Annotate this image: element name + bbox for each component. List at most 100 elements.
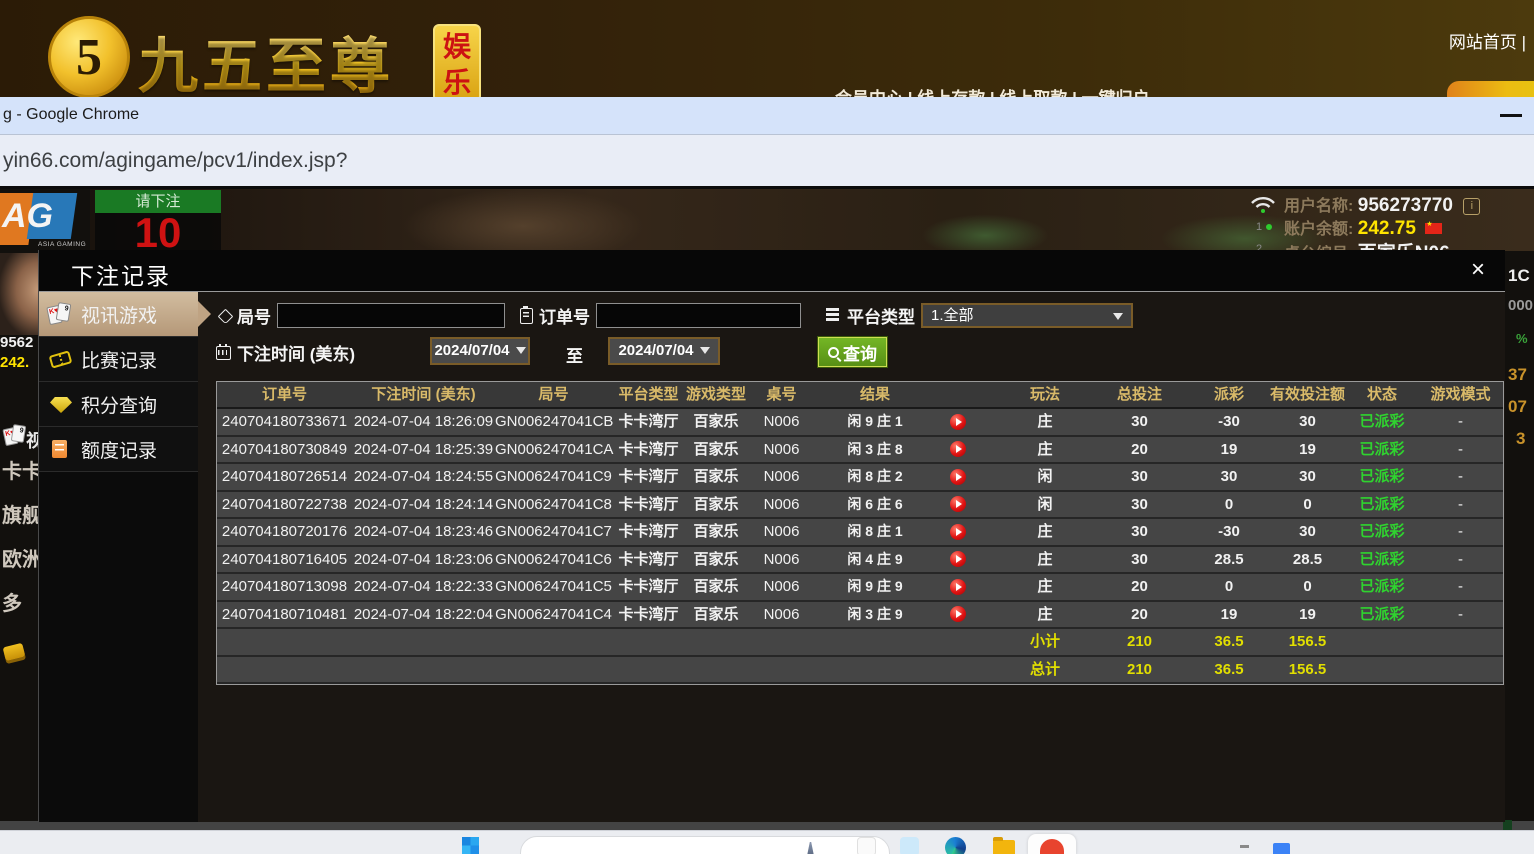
date-from-select[interactable]: 2024/07/04 xyxy=(430,337,530,365)
cell-result: 闲 9 庄 1 xyxy=(816,409,1002,435)
brand-coin-logo: 5 xyxy=(48,16,130,97)
balance-label: 账户余额: xyxy=(1284,221,1353,238)
cell-play: 庄 xyxy=(1002,437,1088,463)
cell-status: 已派彩 xyxy=(1348,574,1416,600)
taskbar-search-input[interactable] xyxy=(520,836,890,854)
cell-game-type: 百家乐 xyxy=(685,547,747,573)
cell-total-bet: 30 xyxy=(1088,547,1191,573)
taskbar-app-icon[interactable] xyxy=(1273,843,1290,854)
cell-round-no: GN006247041CB xyxy=(495,409,612,435)
table-row: 240704180716405 2024-07-04 18:23:06 GN00… xyxy=(217,547,1503,575)
edge-browser-icon[interactable] xyxy=(945,837,966,854)
cell-order-no: 240704180710481 xyxy=(217,602,352,628)
cell-game-type: 百家乐 xyxy=(685,437,747,463)
chrome-urlbar[interactable]: yin66.com/agingame/pcv1/index.jsp? xyxy=(0,135,1534,189)
cell-result: 闲 3 庄 9 xyxy=(816,602,1002,628)
info-icon[interactable]: i xyxy=(1463,198,1480,215)
bet-time-label: 下注时间 (美东) xyxy=(237,340,355,365)
play-video-button[interactable] xyxy=(950,606,966,622)
cell-result: 闲 3 庄 8 xyxy=(816,437,1002,463)
total-valid-bet: 156.5 xyxy=(1267,657,1348,683)
lobby-username-fragment: 9562 xyxy=(0,334,33,351)
taskbar-app-icon[interactable] xyxy=(900,837,919,854)
record-app-icon xyxy=(1040,839,1064,854)
site-banner: 5 九五至尊 娱乐 网站首页 | 会员中心 | 线上存款 | 线上取款 | 一键… xyxy=(0,0,1534,97)
bg-fragment: 07 xyxy=(1508,397,1527,417)
cell-status: 已派彩 xyxy=(1348,492,1416,518)
cell-bet-time: 2024-07-04 18:22:33 xyxy=(352,574,495,600)
cell-mode: - xyxy=(1416,492,1505,518)
lobby-hall-kaka[interactable]: 卡卡 xyxy=(2,455,42,484)
sidebar-item-points-query[interactable]: 积分查询 xyxy=(39,382,198,427)
cards-icon: K♥9 xyxy=(47,302,77,326)
query-button[interactable]: 查询 xyxy=(818,337,887,367)
sidebar-item-quota-records[interactable]: 额度记录 xyxy=(39,427,198,472)
cell-payout: -30 xyxy=(1191,409,1267,435)
home-link[interactable]: 网站首页 | xyxy=(1449,28,1526,53)
folder-icon[interactable] xyxy=(993,840,1015,854)
lobby-balance-fragment: 242. xyxy=(0,354,29,371)
cell-mode: - xyxy=(1416,409,1505,435)
cell-result: 闲 8 庄 1 xyxy=(816,519,1002,545)
platform-type-label: 平台类型 xyxy=(847,303,915,328)
play-video-button[interactable] xyxy=(950,469,966,485)
cell-order-no: 240704180733671 xyxy=(217,409,352,435)
url-text[interactable]: yin66.com/agingame/pcv1/index.jsp? xyxy=(3,149,347,173)
cell-valid-bet: 0 xyxy=(1267,492,1348,518)
cell-round-no: GN006247041CA xyxy=(495,437,612,463)
modal-content: 局号 订单号 平台类型 1.全部 下注时间 (美东) 2024/07 xyxy=(198,292,1505,822)
cell-round-no: GN006247041C9 xyxy=(495,464,612,490)
play-video-button[interactable] xyxy=(950,551,966,567)
round-number-input[interactable] xyxy=(277,303,505,328)
minimize-button[interactable] xyxy=(1500,114,1522,117)
play-video-button[interactable] xyxy=(950,579,966,595)
date-to-select[interactable]: 2024/07/04 xyxy=(608,337,720,365)
table-row: 240704180722738 2024-07-04 18:24:14 GN00… xyxy=(217,492,1503,520)
play-video-button[interactable] xyxy=(950,441,966,457)
cell-order-no: 240704180716405 xyxy=(217,547,352,573)
date-to-label: 至 xyxy=(566,342,583,367)
active-app-card[interactable] xyxy=(1028,834,1076,854)
cell-mode: - xyxy=(1416,519,1505,545)
cell-table-no: N006 xyxy=(747,519,816,545)
lobby-hall-europe[interactable]: 欧洲 xyxy=(2,543,42,572)
close-icon[interactable]: × xyxy=(1465,256,1491,284)
cell-total-bet: 20 xyxy=(1088,574,1191,600)
total-payout: 36.5 xyxy=(1191,657,1267,683)
sidebar-item-video-games[interactable]: K♥9 视讯游戏 xyxy=(39,292,198,337)
cell-result: 闲 4 庄 9 xyxy=(816,547,1002,573)
lobby-hall-multi[interactable]: 多 xyxy=(2,587,22,616)
cell-play: 庄 xyxy=(1002,574,1088,600)
cell-game-type: 百家乐 xyxy=(685,602,747,628)
lobby-hall-flagship[interactable]: 旗舰 xyxy=(2,499,42,528)
cell-platform: 卡卡湾厅 xyxy=(612,437,685,463)
play-video-button[interactable] xyxy=(950,524,966,540)
cell-total-bet: 30 xyxy=(1088,409,1191,435)
cell-round-no: GN006247041C8 xyxy=(495,492,612,518)
banner-nav[interactable]: 会员中心 | 线上存款 | 线上取款 | 一键归户 xyxy=(835,84,1150,97)
sidebar-item-label: 额度记录 xyxy=(81,436,157,463)
cell-valid-bet: 30 xyxy=(1267,464,1348,490)
play-video-button[interactable] xyxy=(950,496,966,512)
windows-start-icon[interactable] xyxy=(462,837,479,854)
landmark-icon xyxy=(807,842,814,854)
total-row: 总计 210 36.5 156.5 xyxy=(217,657,1503,685)
platform-type-select[interactable]: 1.全部 xyxy=(921,303,1133,328)
cell-status: 已派彩 xyxy=(1348,519,1416,545)
taskbar-app-icon[interactable] xyxy=(857,837,876,854)
cell-status: 已派彩 xyxy=(1348,602,1416,628)
sidebar-item-match-records[interactable]: 比赛记录 xyxy=(39,337,198,382)
bet-countdown: 请下注 10 xyxy=(95,190,221,252)
play-video-button[interactable] xyxy=(950,414,966,430)
cell-total-bet: 30 xyxy=(1088,464,1191,490)
sidebar-item-label: 视讯游戏 xyxy=(81,301,157,328)
cell-table-no: N006 xyxy=(747,437,816,463)
cell-valid-bet: 19 xyxy=(1267,437,1348,463)
cell-platform: 卡卡湾厅 xyxy=(612,464,685,490)
order-number-input[interactable] xyxy=(596,303,801,328)
cell-mode: - xyxy=(1416,574,1505,600)
china-flag-icon xyxy=(1425,223,1442,234)
banner-action-button[interactable] xyxy=(1447,81,1534,97)
bg-fragment: % xyxy=(1516,331,1528,346)
wifi-icon xyxy=(1250,194,1276,214)
